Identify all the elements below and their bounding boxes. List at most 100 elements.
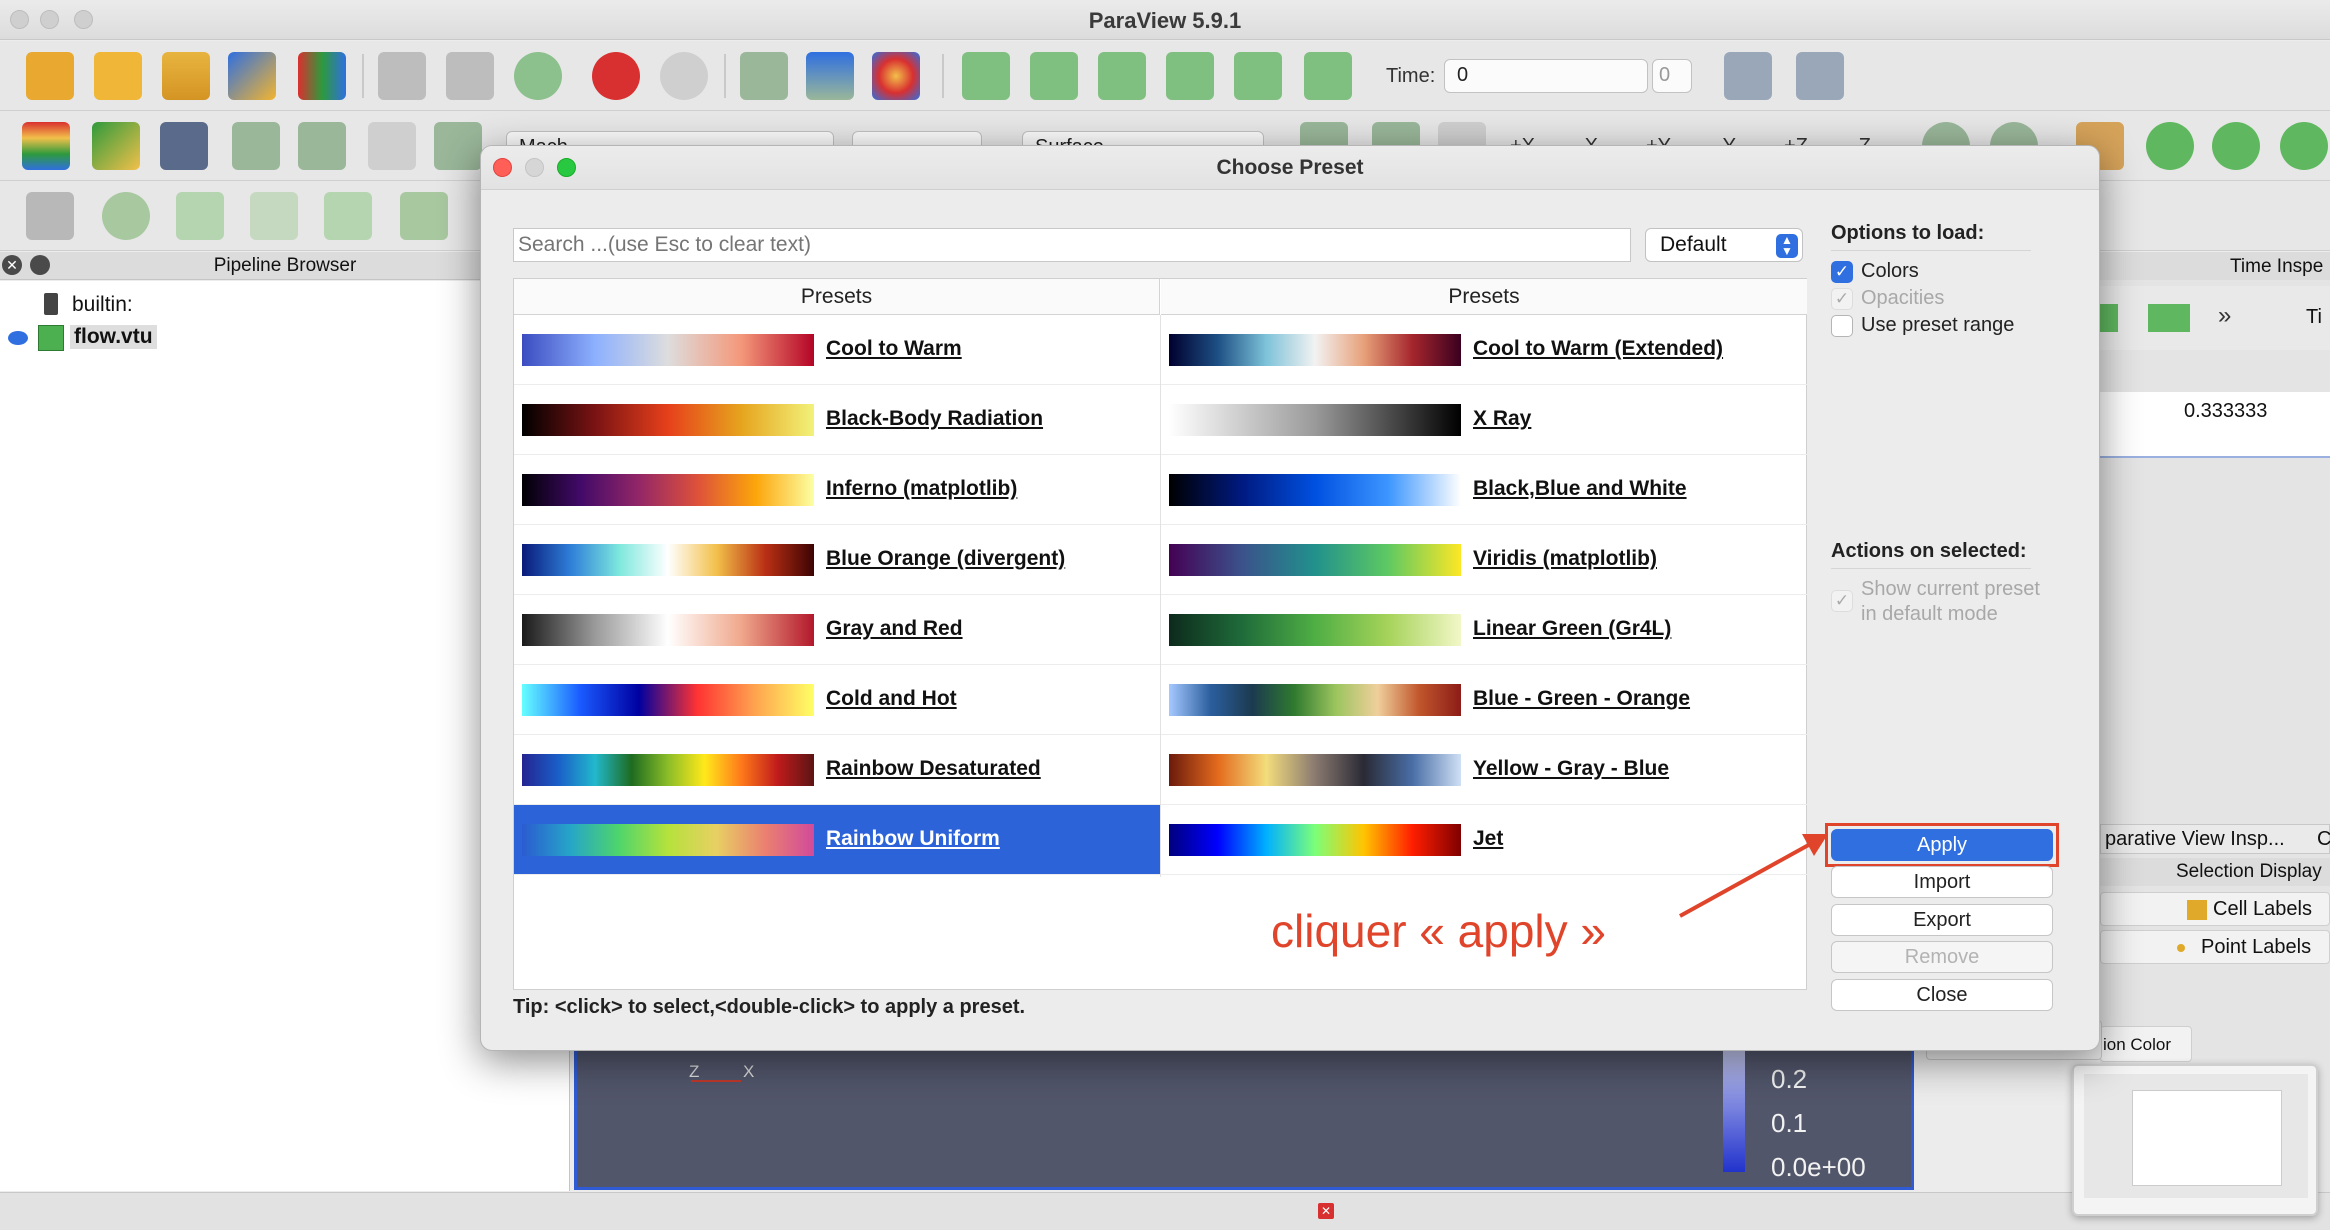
contour-icon[interactable] — [102, 192, 150, 240]
next-frame-icon[interactable] — [1166, 52, 1214, 100]
preset-colormap-swatch — [522, 754, 814, 786]
color-palette-icon[interactable] — [872, 52, 920, 100]
first-frame-icon[interactable] — [962, 52, 1010, 100]
selection-color-label: ion Color — [2103, 1035, 2172, 1054]
preset-colormap-swatch — [1169, 754, 1461, 786]
reset-session-icon[interactable] — [514, 52, 562, 100]
eye-icon[interactable] — [8, 331, 28, 345]
edit-color-map-icon[interactable] — [92, 122, 140, 170]
preset-name: Cold and Hot — [826, 687, 957, 710]
rescale-visible-icon[interactable] — [298, 122, 346, 170]
color-legend-icon[interactable] — [22, 122, 70, 170]
next-frame-icon[interactable] — [2148, 304, 2190, 332]
time-track[interactable]: 0.333333 — [2100, 392, 2330, 458]
screenshot-thumbnail[interactable] — [2072, 1064, 2318, 1216]
screenshot-icon[interactable] — [1796, 52, 1844, 100]
calculator-icon[interactable] — [26, 192, 74, 240]
preset-row[interactable]: Rainbow Desaturated — [514, 735, 1160, 805]
preset-row[interactable]: Cool to Warm (Extended) — [1161, 315, 1807, 385]
python-shell-icon[interactable] — [298, 52, 346, 100]
reset-range-icon[interactable] — [160, 122, 208, 170]
previous-frame-icon[interactable] — [1030, 52, 1078, 100]
preset-row[interactable]: Black-Body Radiation — [514, 385, 1160, 455]
time-index-spinbox[interactable]: 0 — [1652, 59, 1692, 93]
preset-row[interactable]: Blue - Green - Orange — [1161, 665, 1807, 735]
selection-color-button[interactable]: ion Color — [2100, 1026, 2192, 1062]
toolbar-separator — [362, 54, 364, 98]
remove-button: Remove — [1831, 941, 2053, 973]
render-view[interactable]: Z X 0.2 0.1 0.0e+00 — [574, 1045, 1914, 1190]
preset-colormap-swatch — [1169, 334, 1461, 366]
preset-colormap-swatch — [1169, 824, 1461, 856]
import-button[interactable]: Import — [1831, 866, 2053, 898]
clip-icon[interactable] — [176, 192, 224, 240]
find-data-icon[interactable] — [1724, 52, 1772, 100]
preset-row[interactable]: X Ray — [1161, 385, 1807, 455]
other-tab-label[interactable]: C — [2317, 828, 2330, 851]
redo-camera-icon[interactable] — [446, 52, 494, 100]
column-header-right[interactable]: Presets — [1161, 279, 1807, 315]
close-button[interactable]: Close — [1831, 979, 2053, 1011]
preset-row[interactable]: Blue Orange (divergent) — [514, 525, 1160, 595]
open-file-icon[interactable] — [26, 52, 74, 100]
preset-row[interactable]: Linear Green (Gr4L) — [1161, 595, 1807, 665]
load-state-icon[interactable] — [162, 52, 210, 100]
colors-checkbox[interactable]: ✓ — [1831, 261, 1853, 283]
extract-subset-icon[interactable] — [400, 192, 448, 240]
preset-name: Cool to Warm — [826, 337, 962, 360]
undo-camera-icon[interactable] — [378, 52, 426, 100]
preset-name: Rainbow Uniform — [826, 827, 1000, 850]
reset-camera-icon[interactable] — [740, 52, 788, 100]
apply-button[interactable]: Apply — [1831, 829, 2053, 861]
threshold-icon[interactable] — [324, 192, 372, 240]
use-preset-range-checkbox[interactable] — [1831, 315, 1853, 337]
pipeline-item-builtin[interactable]: builtin: — [0, 289, 560, 321]
time-short-label: Ti — [2306, 306, 2322, 328]
pipeline-item-flow[interactable]: flow.vtu — [0, 323, 560, 355]
time-input[interactable]: 0 — [1444, 59, 1648, 93]
preset-row[interactable]: Cold and Hot — [514, 665, 1160, 735]
preset-row[interactable]: Inferno (matplotlib) — [514, 455, 1160, 525]
column-header-left[interactable]: Presets — [514, 279, 1160, 315]
refresh-icon[interactable] — [2280, 122, 2328, 170]
undo-icon[interactable] — [592, 52, 640, 100]
chevron-updown-icon: ▲ ▼ — [1776, 234, 1798, 258]
export-button[interactable]: Export — [1831, 904, 2053, 936]
colors-label: Colors — [1861, 260, 1919, 282]
refresh-icon[interactable] — [2146, 122, 2194, 170]
refresh-icon[interactable] — [2212, 122, 2260, 170]
more-icon[interactable]: » — [2218, 302, 2231, 330]
point-labels-button[interactable]: Point Labels — [2100, 930, 2330, 964]
preset-row[interactable]: Yellow - Gray - Blue — [1161, 735, 1807, 805]
preset-group-select[interactable]: Default ▲ ▼ — [1645, 228, 1803, 262]
comparative-view-tab[interactable]: parative View Insp... C — [2100, 824, 2330, 854]
rescale-temporal-icon[interactable] — [368, 122, 416, 170]
preset-row[interactable]: Gray and Red — [514, 595, 1160, 665]
preset-search-input[interactable] — [513, 228, 1631, 262]
color-legend-bar — [1723, 1048, 1745, 1172]
preset-colormap-swatch — [1169, 544, 1461, 576]
preset-name: Cool to Warm (Extended) — [1473, 337, 1724, 360]
preset-row[interactable]: Rainbow Uniform — [514, 805, 1160, 875]
play-icon[interactable] — [2100, 304, 2118, 332]
slice-icon[interactable] — [250, 192, 298, 240]
redo-icon[interactable] — [660, 52, 708, 100]
zoom-to-data-icon[interactable] — [806, 52, 854, 100]
preset-colormap-swatch — [522, 544, 814, 576]
connect-icon[interactable] — [228, 52, 276, 100]
preset-colormap-swatch — [522, 334, 814, 366]
loop-icon[interactable] — [1304, 52, 1352, 100]
preset-row[interactable]: Black,Blue and White — [1161, 455, 1807, 525]
last-frame-icon[interactable] — [1234, 52, 1282, 100]
preset-row[interactable]: Viridis (matplotlib) — [1161, 525, 1807, 595]
rescale-over-time-icon[interactable] — [434, 122, 482, 170]
preset-row[interactable]: Cool to Warm — [514, 315, 1160, 385]
error-icon[interactable]: ✕ — [1318, 1203, 1334, 1219]
cell-labels-button[interactable]: Cell Labels — [2100, 892, 2330, 926]
play-icon[interactable] — [1098, 52, 1146, 100]
preset-name: Viridis (matplotlib) — [1473, 547, 1657, 570]
point-labels-label: Point Labels — [2201, 936, 2312, 958]
column-divider — [1160, 315, 1161, 877]
rescale-custom-icon[interactable] — [232, 122, 280, 170]
save-data-icon[interactable] — [94, 52, 142, 100]
